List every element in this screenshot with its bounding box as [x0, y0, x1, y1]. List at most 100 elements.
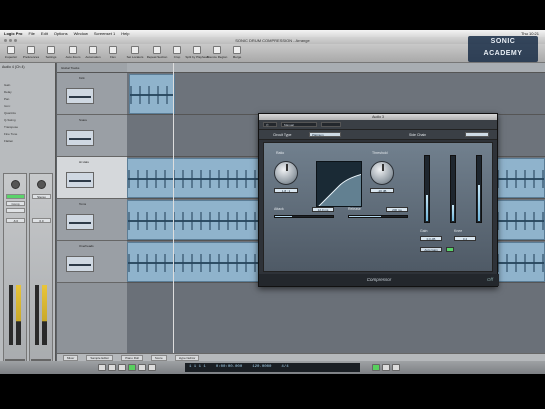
waveform-icon: [66, 130, 94, 146]
auto-gain-button[interactable]: Auto Gain: [420, 247, 442, 252]
bar-ruler[interactable]: [127, 63, 545, 73]
auto-gain-toggle[interactable]: [446, 247, 454, 252]
track-header[interactable]: Snare: [57, 115, 127, 157]
track-header[interactable]: Toms: [57, 199, 127, 241]
menu-app[interactable]: Logic Pro: [4, 31, 22, 36]
volume-fader[interactable]: [9, 285, 13, 345]
side-chain-menu[interactable]: [465, 132, 489, 137]
param-pan: Pan: [4, 97, 10, 101]
insert-slot-comp[interactable]: Comp: [6, 201, 25, 206]
rewind-icon[interactable]: [98, 364, 106, 371]
hyper-editor-button[interactable]: Hyper Editor: [174, 354, 200, 361]
compression-curve-display: [316, 161, 362, 207]
track-lane[interactable]: [127, 73, 545, 115]
gain-value[interactable]: 0.0 dB: [420, 236, 442, 241]
fast-forward-icon[interactable]: [108, 364, 116, 371]
global-tracks-label[interactable]: Global Tracks: [61, 66, 79, 70]
playhead[interactable]: [173, 63, 174, 353]
circuit-type-label: Circuit Type: [273, 133, 292, 137]
pause-icon[interactable]: [138, 364, 146, 371]
knee-value[interactable]: 0.4: [454, 236, 476, 241]
menu-screenset[interactable]: Screenset 1: [94, 31, 115, 36]
menu-window[interactable]: Window: [74, 31, 88, 36]
toolbar-automation-button[interactable]: Automation: [84, 46, 102, 59]
threshold-knob[interactable]: [370, 161, 394, 185]
track-header[interactable]: Overheads: [57, 241, 127, 283]
toolbar-crop-button[interactable]: Crop: [168, 46, 186, 59]
flex-icon: [109, 46, 117, 54]
zoom-icon[interactable]: [14, 39, 17, 42]
output-slot[interactable]: Stereo: [32, 194, 51, 199]
menu-options[interactable]: Options: [54, 31, 68, 36]
toolbar-split-button[interactable]: Split by Playhead: [185, 46, 209, 59]
attack-slider[interactable]: [274, 215, 334, 218]
logic-pro-screen: Logic Pro File Edit Options Window Scree…: [0, 30, 545, 374]
automation-icon: [89, 46, 97, 54]
release-slider[interactable]: [348, 215, 408, 218]
param-qswing: Q-Swing: [4, 118, 16, 122]
ratio-knob[interactable]: [274, 161, 298, 185]
volume-fader[interactable]: [35, 285, 39, 345]
play-icon[interactable]: [128, 364, 136, 371]
lcd-signature: 4/4: [281, 365, 289, 369]
attack-value[interactable]: 12.0 ms: [312, 207, 334, 212]
plugin-name: Compressor: [366, 277, 392, 282]
threshold-value[interactable]: -20 dB: [370, 188, 394, 193]
toolbar-merge-button[interactable]: Merge: [228, 46, 246, 59]
split-icon: [193, 46, 201, 54]
preferences-icon: [27, 46, 35, 54]
toolbar-repeat-section-button[interactable]: Repeat Section: [147, 46, 167, 59]
sonic-academy-logo: SONIC ACADEMY: [468, 36, 538, 62]
menu-edit[interactable]: Edit: [41, 31, 48, 36]
track-header[interactable]: Kick: [57, 73, 127, 115]
inspector-panel: Audio 4 (Ch 4) Gain Delay Pan Icon: Quan…: [0, 63, 56, 374]
bypass-button[interactable]: ⏻: [263, 122, 277, 127]
close-icon[interactable]: [4, 39, 7, 42]
menu-help[interactable]: Help: [121, 31, 129, 36]
window-titlebar: SONIC DRUM COMPRESSION - Arrange: [0, 37, 545, 44]
toolbar-preferences-button[interactable]: Preferences: [22, 46, 40, 59]
plugin-header-row: ⏻ Manual: [259, 120, 497, 130]
compare-button[interactable]: [321, 122, 341, 127]
toolbar-bounce-button[interactable]: Bounce Region: [207, 46, 227, 59]
sample-editor-button[interactable]: Sample Editor: [86, 354, 114, 361]
toolbar-inspector-button[interactable]: Inspector: [2, 46, 20, 59]
ratio-value[interactable]: 1.8 : 1: [274, 188, 298, 193]
toolbar-autozoom-button[interactable]: Auto Zoom: [64, 46, 82, 59]
menu-file[interactable]: File: [28, 31, 34, 36]
piano-roll-button[interactable]: Piano Roll: [121, 354, 143, 361]
toolbar-set-locators-button[interactable]: Set Locators: [126, 46, 144, 59]
merge-icon: [233, 46, 241, 54]
toolbar-settings-button[interactable]: Settings: [42, 46, 60, 59]
cycle-icon[interactable]: [372, 364, 380, 371]
param-icon: Icon:: [4, 104, 11, 108]
audio-region[interactable]: [129, 74, 175, 114]
plugin-mode-row: Circuit Type Platinum Side Chain: [259, 130, 497, 140]
replace-icon[interactable]: [382, 364, 390, 371]
score-button[interactable]: Score: [150, 354, 167, 361]
pan-knob[interactable]: [37, 180, 46, 189]
settings-icon: [47, 46, 55, 54]
stop-icon[interactable]: [118, 364, 126, 371]
solo-icon[interactable]: [392, 364, 400, 371]
ratio-label: Ratio: [276, 151, 285, 155]
minimize-icon[interactable]: [9, 39, 12, 42]
record-icon[interactable]: [148, 364, 156, 371]
track-list-header: Global Tracks: [57, 63, 127, 73]
gain-reduction-meter: [450, 155, 456, 223]
settings-menu[interactable]: Manual: [281, 122, 317, 127]
side-chain-label: Side Chain: [409, 133, 427, 137]
waveform-icon: [66, 88, 94, 104]
mixer-button[interactable]: Mixer: [63, 354, 79, 361]
pan-knob[interactable]: [11, 180, 20, 189]
param-gain: Gain: [4, 83, 11, 87]
track-header-selected[interactable]: Hi Hats: [57, 157, 127, 199]
inspector-header[interactable]: Audio 4 (Ch 4): [2, 65, 25, 69]
toolbar-flex-button[interactable]: Flex: [104, 46, 122, 59]
send-slot[interactable]: [6, 208, 25, 213]
repeat-icon: [153, 46, 161, 54]
plugin-slot[interactable]: [6, 194, 25, 199]
circuit-type-menu[interactable]: Platinum: [309, 132, 341, 137]
transport-lcd[interactable]: 1 1 1 1 0:00:00.000 120.0000 4/4: [185, 363, 360, 372]
release-value[interactable]: 200 ms: [386, 207, 408, 212]
